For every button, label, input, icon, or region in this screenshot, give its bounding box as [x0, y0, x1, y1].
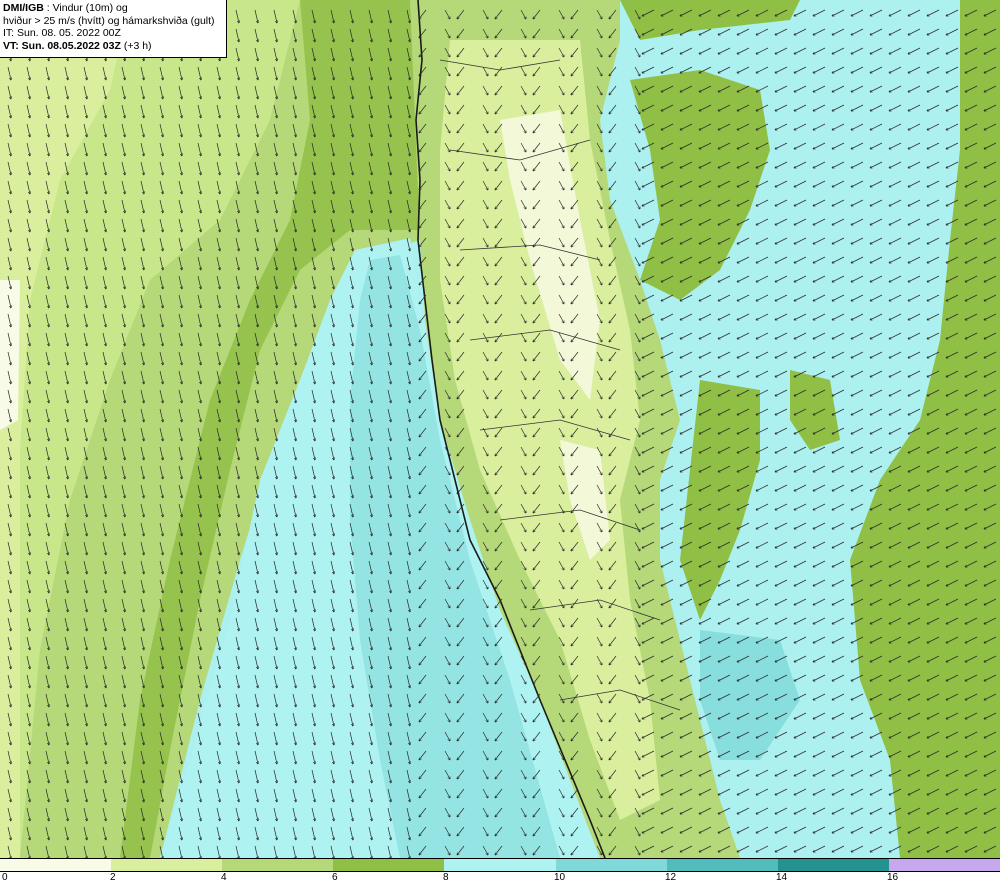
- legend-color-swatch: [111, 859, 223, 871]
- legend-tick: 8: [443, 872, 449, 883]
- legend-tick: 16: [887, 872, 899, 883]
- subtitle-line: hviður > 25 m/s (hvítt) og hámarkshviða …: [3, 14, 215, 27]
- valid-time: VT: Sun. 08.05.2022 03Z: [3, 39, 121, 52]
- legend-color-swatch: [777, 859, 889, 871]
- brand-label: DMI/IGB: [3, 2, 44, 14]
- legend-tick: 0: [2, 872, 8, 883]
- title-rest: : Vindur (10m) og: [43, 2, 128, 14]
- legend-tick: 4: [221, 872, 227, 883]
- legend-color-swatch: [0, 859, 112, 871]
- legend-tick: 2: [110, 872, 116, 883]
- legend-tick: 14: [776, 872, 788, 883]
- legend-color-swatch: [555, 859, 667, 871]
- legend-color-swatch: [444, 859, 556, 871]
- legend-color-swatch: [222, 859, 334, 871]
- legend-color-swatch: [333, 859, 445, 871]
- init-time: IT: Sun. 08. 05. 2022 00Z: [3, 27, 121, 39]
- title-line: DMI/IGB : Vindur (10m) og: [3, 2, 223, 15]
- forecast-offset: (+3 h): [120, 39, 152, 52]
- legend-tick: 6: [332, 872, 338, 883]
- wind-map: [0, 0, 1000, 858]
- legend-color-swatch: [666, 859, 778, 871]
- legend-tick: 10: [554, 872, 566, 883]
- legend-tick: 12: [665, 872, 677, 883]
- info-box: DMI/IGB : Vindur (10m) og hviður > 25 m/…: [0, 0, 227, 58]
- valid-time-line: VT: Sun. 08.05.2022 03Z (+3 h): [3, 40, 223, 53]
- legend-color-row: [0, 858, 1000, 872]
- legend-color-swatch: [888, 859, 1000, 871]
- color-legend: 0 2 4 6 8 10 12 14 16: [0, 858, 1000, 887]
